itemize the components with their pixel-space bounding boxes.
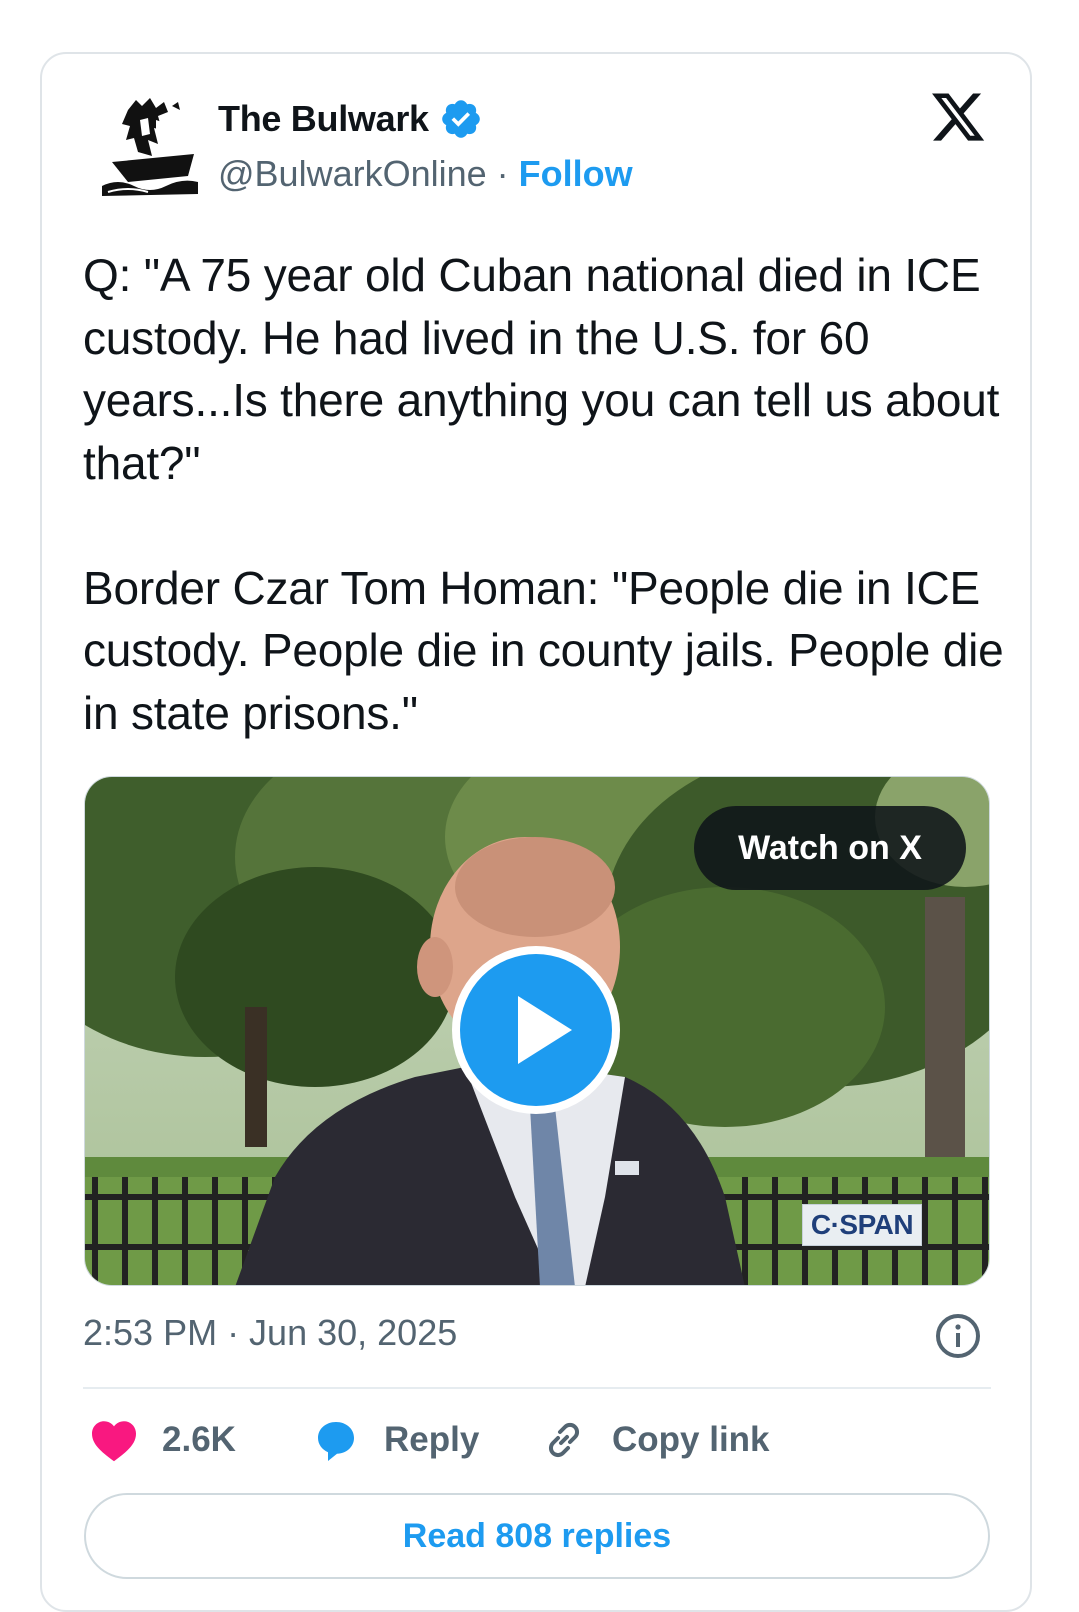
handle-separator: · xyxy=(486,153,519,194)
author-handle-row: @BulwarkOnline · Follow xyxy=(218,153,633,195)
watch-on-x-button[interactable]: Watch on X xyxy=(694,806,966,890)
bulwark-avatar-logo[interactable] xyxy=(98,90,210,202)
verified-badge-icon xyxy=(441,100,480,138)
author-handle[interactable]: @BulwarkOnline xyxy=(218,153,487,194)
x-logo-icon[interactable] xyxy=(928,88,988,146)
cspan-watermark: C·SPAN xyxy=(802,1204,922,1246)
tweet-text: Q: "A 75 year old Cuban national died in… xyxy=(83,249,1004,739)
play-icon[interactable] xyxy=(450,944,622,1116)
link-icon xyxy=(548,1422,580,1458)
info-icon[interactable] xyxy=(934,1312,982,1360)
author-name[interactable]: The Bulwark xyxy=(218,98,429,140)
copy-link-button[interactable]: Copy link xyxy=(540,1412,770,1468)
read-replies-button[interactable]: Read 808 replies xyxy=(84,1493,990,1579)
tweet-timestamp[interactable]: 2:53 PM · Jun 30, 2025 xyxy=(83,1312,457,1354)
copy-link-label: Copy link xyxy=(612,1420,770,1459)
like-count: 2.6K xyxy=(162,1420,236,1459)
reply-button[interactable]: Reply xyxy=(312,1412,479,1468)
like-button[interactable]: 2.6K xyxy=(90,1412,236,1468)
reply-label: Reply xyxy=(384,1420,480,1459)
follow-button[interactable]: Follow xyxy=(519,153,633,194)
heart-icon xyxy=(92,1421,136,1462)
divider xyxy=(83,1387,991,1389)
author-name-row[interactable]: The Bulwark xyxy=(218,97,483,141)
reply-bubble-icon xyxy=(318,1422,354,1461)
